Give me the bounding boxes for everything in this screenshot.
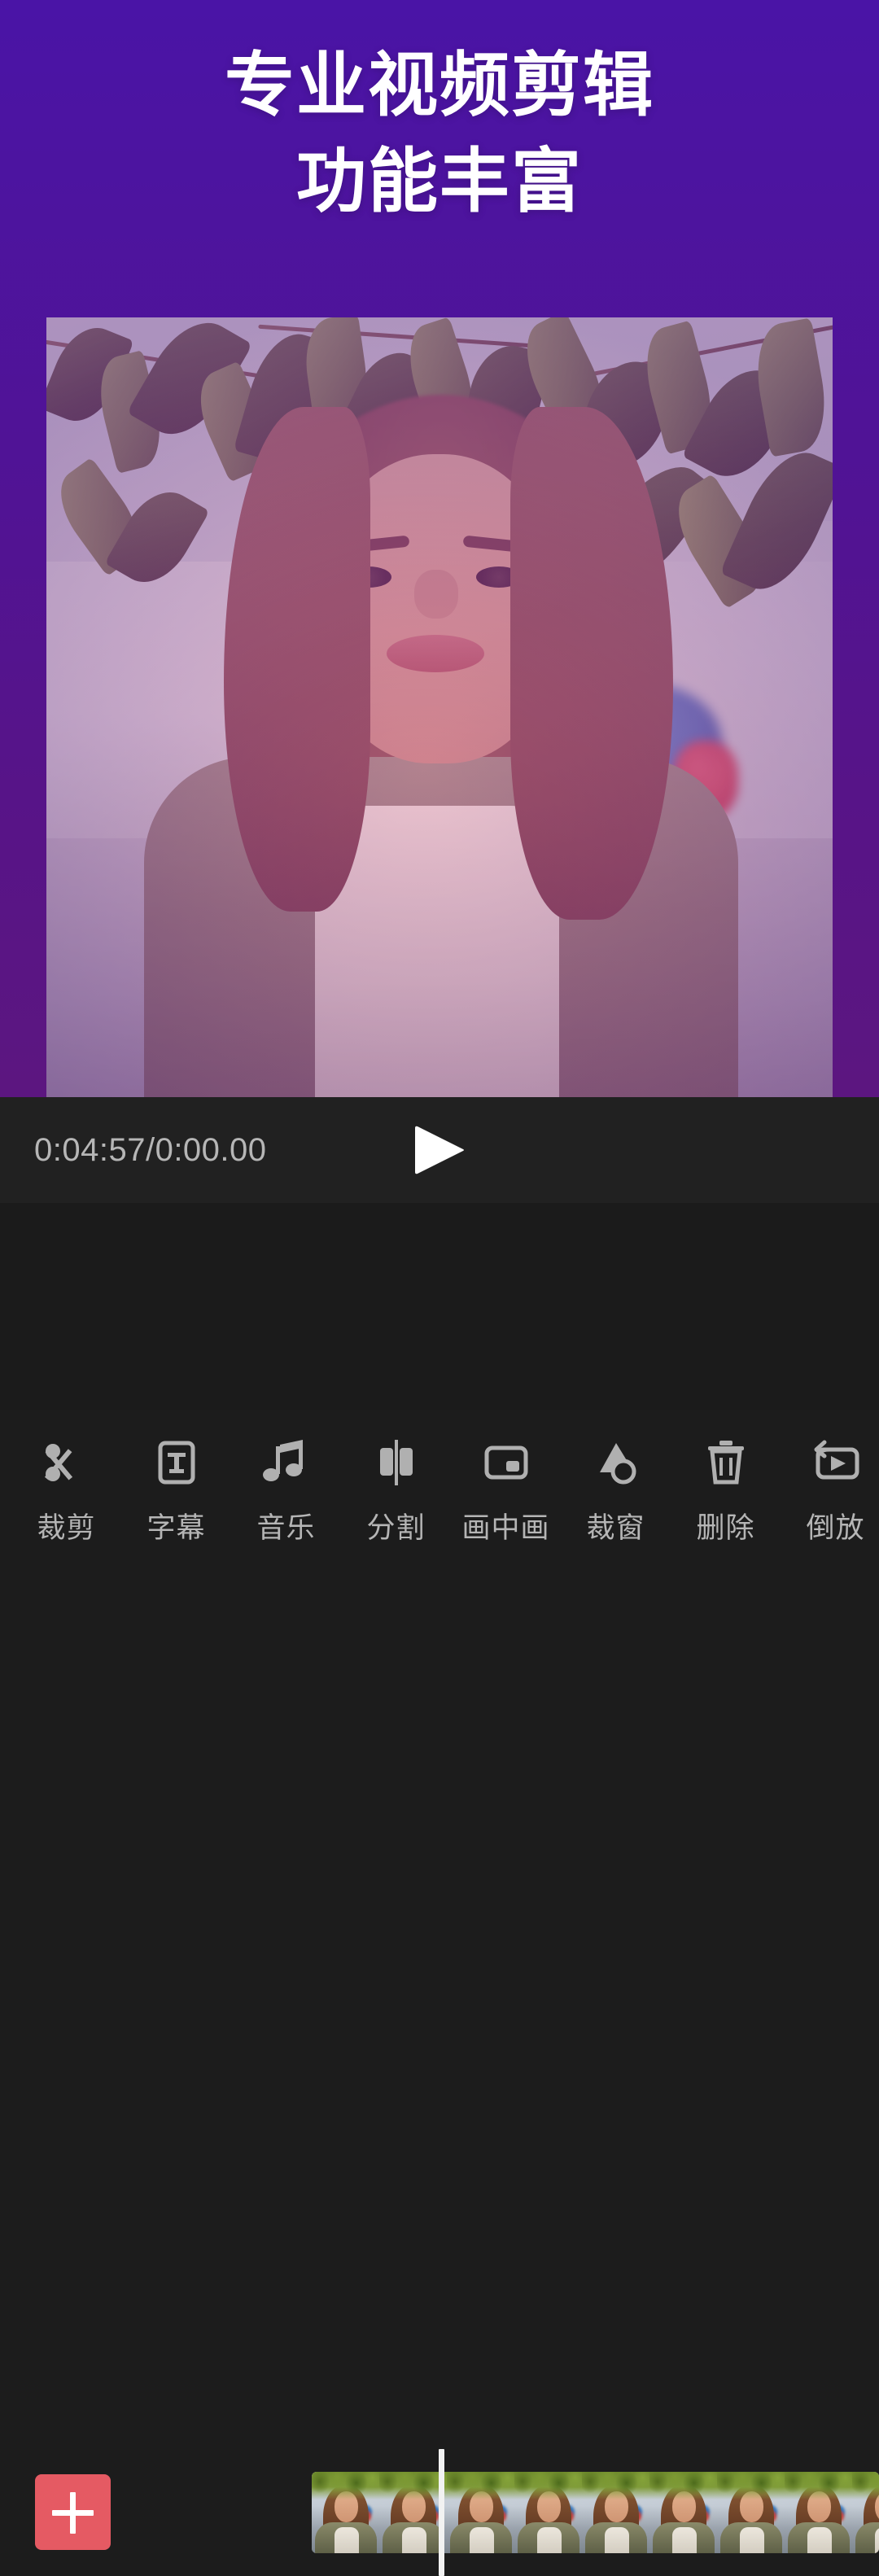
clip-thumbnail[interactable] — [582, 2472, 649, 2553]
preview-color-grade-vignette — [46, 317, 833, 1097]
scissors-icon — [44, 1444, 72, 1481]
tool-reverse[interactable]: 倒放 — [781, 1410, 879, 1546]
tool-label: 音乐 — [256, 1512, 316, 1544]
clip-thumbnail[interactable] — [379, 2472, 447, 2553]
headline-line-1: 专业视频剪辑 — [225, 46, 654, 125]
tool-label: 画中画 — [461, 1512, 550, 1544]
reverse-play-icon — [814, 1440, 859, 1480]
clip-thumbnail[interactable] — [649, 2472, 717, 2553]
hero-banner: 专业视频剪辑 功能丰富 — [0, 0, 879, 1097]
clip-thumbnail[interactable] — [514, 2472, 582, 2553]
picture-in-picture-icon — [484, 1445, 527, 1480]
trash-icon — [707, 1441, 744, 1485]
tool-label: 倒放 — [806, 1512, 865, 1544]
clip-thumbnail[interactable] — [852, 2472, 879, 2553]
tool-delete[interactable]: 删除 — [671, 1410, 781, 1546]
text-box-icon — [158, 1441, 195, 1485]
tool-label: 分割 — [366, 1512, 426, 1544]
tool-split[interactable]: 分割 — [341, 1410, 451, 1546]
tool-label: 删除 — [696, 1512, 755, 1544]
clip-thumbnail[interactable] — [785, 2472, 852, 2553]
page-title: 专业视频剪辑 功能丰富 — [0, 37, 879, 230]
timeline-playhead[interactable] — [439, 2449, 444, 2576]
headline-line-2: 功能丰富 — [296, 142, 583, 221]
clip-thumbnail[interactable] — [717, 2472, 785, 2553]
timecode-display: 0:04:57/0:00.00 — [34, 1132, 267, 1168]
tool-subtitle[interactable]: 字幕 — [121, 1410, 231, 1546]
editing-toolbar: 裁剪 字幕 音乐 分割 画中画 裁窗 删除 倒放 — [0, 1410, 879, 1563]
tool-label: 裁窗 — [586, 1512, 645, 1544]
split-icon — [379, 1440, 413, 1485]
tool-trim[interactable]: 裁剪 — [11, 1410, 121, 1546]
video-preview[interactable] — [46, 317, 833, 1097]
clip-thumbnail[interactable] — [447, 2472, 514, 2553]
play-button[interactable] — [411, 1122, 468, 1179]
clip-filmstrip[interactable] — [312, 2472, 879, 2553]
mask-shape-icon — [599, 1443, 636, 1485]
tool-picture-in-picture[interactable]: 画中画 — [451, 1410, 561, 1546]
add-clip-button[interactable] — [35, 2474, 111, 2550]
timeline-panel — [0, 1203, 879, 2576]
play-icon — [415, 1126, 464, 1174]
music-note-icon — [262, 1440, 303, 1481]
tool-label: 裁剪 — [37, 1512, 96, 1544]
clip-thumbnail[interactable] — [312, 2472, 379, 2553]
tool-label: 字幕 — [146, 1512, 206, 1544]
tool-mask[interactable]: 裁窗 — [561, 1410, 671, 1546]
tool-music[interactable]: 音乐 — [231, 1410, 341, 1546]
